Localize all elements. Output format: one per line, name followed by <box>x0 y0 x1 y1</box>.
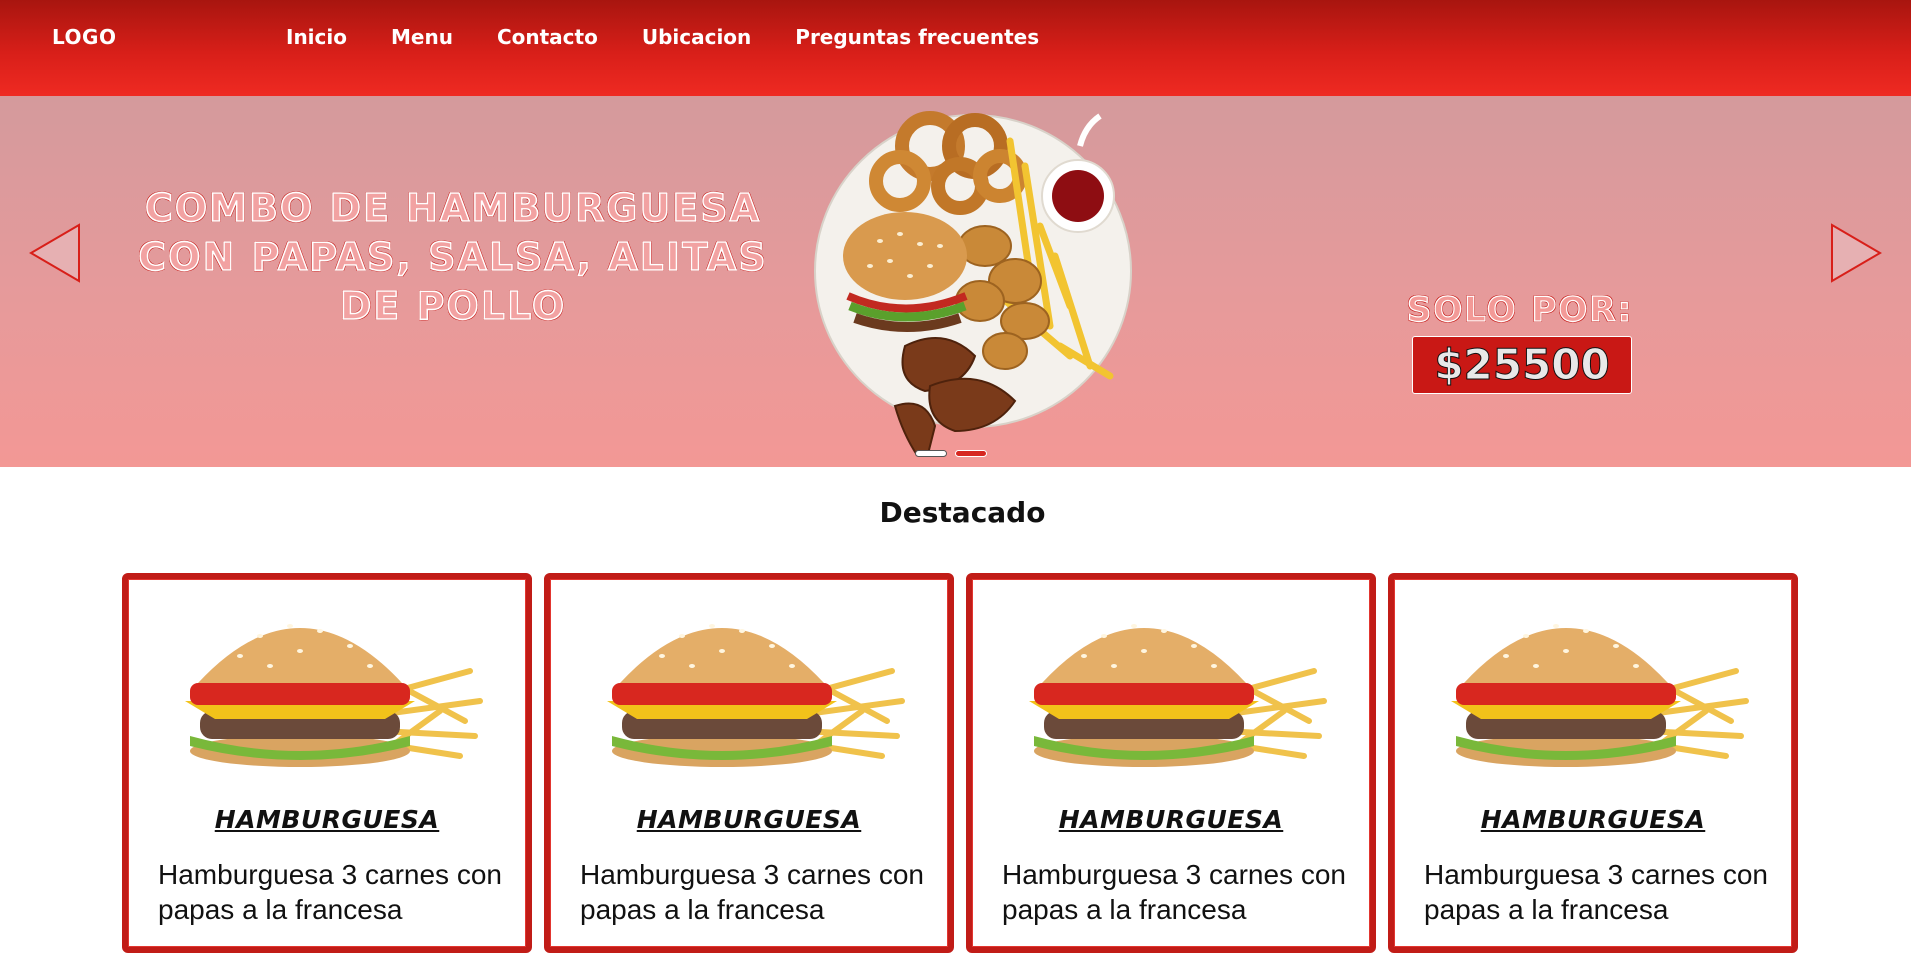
product-card-title: HAMBURGUESA <box>214 805 440 834</box>
product-card[interactable]: HAMBURGUESA Hamburguesa 3 carnes con pap… <box>544 573 954 953</box>
nav-link-preguntas-frecuentes[interactable]: Preguntas frecuentes <box>795 25 1039 49</box>
product-card-title: HAMBURGUESA <box>1480 805 1706 834</box>
product-card-description: Hamburguesa 3 carnes con papas a la fran… <box>1002 859 1346 925</box>
product-card-title: HAMBURGUESA <box>636 805 862 834</box>
product-card-description: Hamburguesa 3 carnes con papas a la fran… <box>580 859 924 925</box>
nav-link-contacto[interactable]: Contacto <box>497 25 598 49</box>
burger-image <box>1029 624 1327 767</box>
carousel-indicators <box>915 450 987 457</box>
main-nav: Inicio Menu Contacto Ubicacion Preguntas… <box>286 25 1083 49</box>
burger-image <box>607 624 905 767</box>
carousel-next-arrow-icon[interactable] <box>1829 222 1883 284</box>
logo-link[interactable]: LOGO <box>52 25 116 49</box>
nav-link-inicio[interactable]: Inicio <box>286 25 347 49</box>
combo-plate-image <box>814 111 1132 456</box>
product-card-description: Hamburguesa 3 carnes con papas a la fran… <box>1424 859 1768 925</box>
hero-carousel: COMBO DE HAMBURGUESA CON PAPAS, SALSA, A… <box>0 96 1911 467</box>
carousel-dot-1[interactable] <box>915 450 947 457</box>
price-label: SOLO POR: <box>1406 289 1634 330</box>
burger-image <box>1451 624 1749 767</box>
product-card-description: Hamburguesa 3 carnes con papas a la fran… <box>158 859 502 925</box>
nav-link-menu[interactable]: Menu <box>391 25 453 49</box>
top-navbar: LOGO Inicio Menu Contacto Ubicacion Preg… <box>0 0 1911 96</box>
carousel-prev-arrow-icon[interactable] <box>28 222 82 284</box>
product-card[interactable]: HAMBURGUESA Hamburguesa 3 carnes con pap… <box>122 573 532 953</box>
product-card[interactable]: HAMBURGUESA Hamburguesa 3 carnes con pap… <box>1388 573 1798 953</box>
burger-image <box>185 624 483 767</box>
nav-link-ubicacion[interactable]: Ubicacion <box>642 25 751 49</box>
price-value: $25500 <box>1412 336 1632 394</box>
product-card[interactable]: HAMBURGUESA Hamburguesa 3 carnes con pap… <box>966 573 1376 953</box>
product-card-title: HAMBURGUESA <box>1058 805 1284 834</box>
carousel-dot-2[interactable] <box>955 450 987 457</box>
featured-section-title: Destacado <box>879 496 1046 529</box>
hero-title: COMBO DE HAMBURGUESA CON PAPAS, SALSA, A… <box>138 185 768 329</box>
